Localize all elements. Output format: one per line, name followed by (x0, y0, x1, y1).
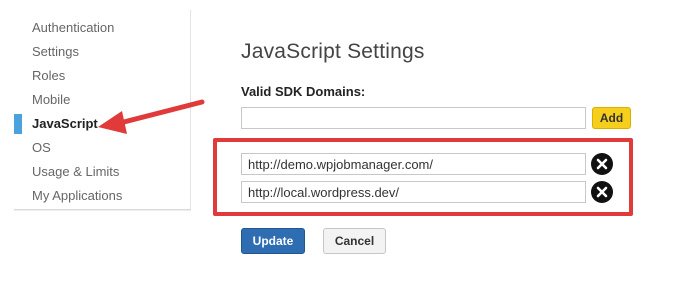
annotation-highlight-box (213, 138, 633, 216)
new-domain-input[interactable] (241, 107, 586, 129)
add-domain-button[interactable]: Add (592, 107, 631, 129)
update-button[interactable]: Update (241, 228, 305, 254)
page-title: JavaScript Settings (241, 40, 425, 63)
cancel-button[interactable]: Cancel (323, 228, 386, 254)
sdk-domains-label: Valid SDK Domains: (241, 84, 366, 99)
